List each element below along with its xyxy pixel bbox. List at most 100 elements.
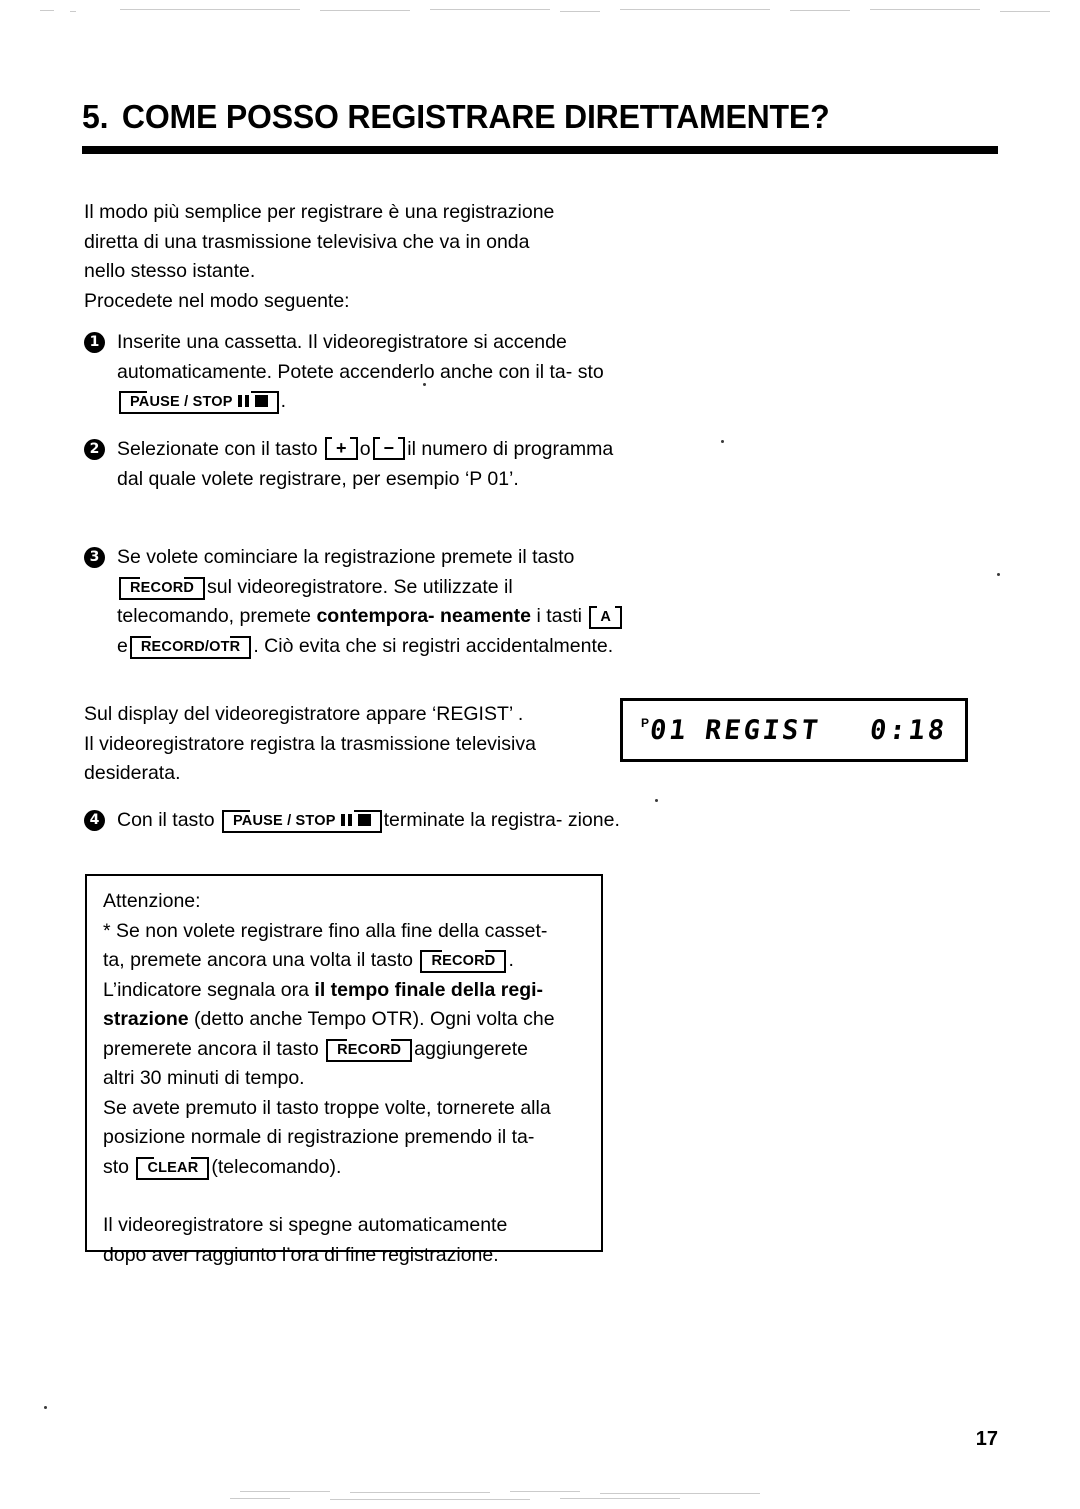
- note-para2-d: aggiungerete: [414, 1037, 529, 1060]
- step-4: 4 Con il tasto PAUSE / STOP terminate la …: [84, 806, 629, 836]
- step-1: 1 Inserite una cassetta. Il videoregistr…: [84, 328, 629, 417]
- step-1-text-c: .: [280, 390, 287, 412]
- step-2-text-a: Selezionate con il tasto: [117, 438, 318, 460]
- scan-speck: [721, 440, 724, 443]
- note-para1-b: ta, premete ancora una volta il tasto: [103, 949, 414, 971]
- pause-icon: [237, 395, 249, 407]
- scan-artifact-top: [0, 6, 1080, 20]
- note-paragraph-gap: [103, 1182, 589, 1211]
- note-para1-a: * Se non volete registrare fino alla fin…: [103, 919, 548, 942]
- note-para2-a: L’indicatore segnala ora: [103, 978, 309, 1001]
- page-title: 5. COME POSSO REGISTRARE DIRETTAMENTE?: [82, 98, 971, 135]
- note-para4-line1: Il videoregistratore si spegne automatic…: [103, 1214, 508, 1236]
- step-1-marker: 1: [84, 332, 105, 353]
- step-3-text-f: . Ciò evita che si registri accidentalme…: [253, 634, 614, 657]
- record-label: RECORD: [130, 579, 195, 596]
- note-para2-c: premerete ancora il tasto: [103, 1037, 319, 1060]
- note-para2-line3: premerete ancora il tasto RECORD aggiunge…: [103, 1035, 589, 1065]
- intro-line-2: diretta di una trasmissione televisiva c…: [84, 230, 530, 253]
- note-para1-c: .: [508, 949, 514, 971]
- record-otr-button[interactable]: RECORD/OTR: [129, 635, 252, 659]
- display-time: 0:18: [868, 714, 949, 746]
- clear-button[interactable]: CLEAR: [136, 1156, 210, 1180]
- step-3-text-a: Se volete cominciare la registrazione pr…: [117, 546, 575, 568]
- scan-artifact-bottom: [0, 1489, 1080, 1503]
- step-4-marker: 4: [84, 810, 105, 831]
- minus-icon: −: [383, 438, 395, 458]
- note-para2-line4: altri 30 minuti di tempo.: [103, 1067, 305, 1089]
- note-para4-line2: dopo aver raggiunto l’ora di fine regist…: [103, 1243, 499, 1266]
- record-otr-label: RECORD/OTR: [140, 638, 241, 655]
- channel-up-button[interactable]: +: [324, 437, 358, 460]
- pause-stop-button-2[interactable]: PAUSE / STOP: [221, 810, 382, 833]
- note-para2-line1: L’indicatore segnala ora il tempo finale…: [103, 976, 589, 1006]
- pause-stop-button[interactable]: PAUSE / STOP: [119, 391, 279, 414]
- intro-line-4: Procedete nel modo seguente:: [84, 289, 350, 312]
- step-3-marker: 3: [84, 547, 105, 568]
- step-1-text-b: sto: [577, 360, 604, 383]
- a-label: A: [600, 609, 612, 625]
- pause-icon: [340, 814, 352, 826]
- step-2-text-b: o: [359, 438, 371, 460]
- display-explanation: Sul display del videoregistratore appare…: [84, 700, 614, 789]
- record-label: RECORD: [431, 953, 496, 969]
- record-label: RECORD: [337, 1041, 402, 1058]
- intro-line-3: nello stesso istante.: [84, 260, 256, 282]
- step-1-text-a: Inserite una cassetta. Il videoregistrat…: [117, 331, 573, 383]
- after-line-2: Il videoregistratore registra la trasmis…: [84, 732, 536, 755]
- note-para2-line2: strazione (detto anche Tempo OTR). Ogni …: [103, 1005, 589, 1035]
- display-mode-text: REGIST: [702, 714, 822, 746]
- record-button-note-2[interactable]: RECORD: [326, 1038, 413, 1062]
- step-3-text-b: sul videoregistratore.: [207, 575, 389, 598]
- page-number: 17: [975, 1428, 998, 1450]
- vcr-display-panel: P 01 REGIST 0:18: [620, 698, 968, 762]
- stop-icon: [357, 814, 371, 826]
- intro-paragraph: Il modo più semplice per registrare è un…: [84, 198, 614, 316]
- after-line-1: Sul display del videoregistratore appare…: [84, 703, 524, 725]
- scan-speck: [44, 1406, 47, 1409]
- step-3: 3 Se volete cominciare la registrazione …: [84, 543, 629, 661]
- note-para1-line2: ta, premete ancora una volta il tasto RE…: [103, 946, 589, 976]
- chapter-heading: 5. COME POSSO REGISTRARE DIRETTAMENTE?: [82, 98, 998, 135]
- note-para2-bold-a: il tempo finale della regi-: [314, 978, 544, 1001]
- chapter-number: 5.: [82, 98, 109, 135]
- intro-line-1: Il modo più semplice per registrare è un…: [84, 201, 555, 223]
- program-number: 01: [648, 714, 691, 746]
- step-3-bold-b: neamente: [439, 605, 532, 627]
- a-button[interactable]: A: [589, 606, 623, 629]
- pause-stop-label: PAUSE / STOP: [130, 394, 233, 410]
- vcr-display-inner: P 01 REGIST 0:18: [623, 701, 965, 759]
- note-para2-bold-b: strazione: [103, 1008, 189, 1030]
- step-2-text-d: ‘P 01’.: [464, 467, 519, 490]
- note-para3-line3: sto CLEAR (telecomando).: [103, 1153, 589, 1183]
- step-3-text-e: e: [117, 634, 128, 657]
- step-4-text-c: zione.: [567, 809, 620, 831]
- note-para2-b: (detto anche Tempo OTR). Ogni volta che: [194, 1008, 555, 1030]
- record-button[interactable]: RECORD: [119, 576, 206, 600]
- step-4-text-b: terminate la registra-: [383, 809, 563, 831]
- channel-down-button[interactable]: −: [372, 437, 406, 460]
- step-2: 2 Selezionate con il tasto + o − il numero …: [84, 435, 629, 494]
- scan-speck: [655, 799, 658, 802]
- step-3-text-d: i tasti: [536, 605, 582, 627]
- program-indicator: P: [641, 716, 650, 730]
- step-4-text-a: Con il tasto: [117, 809, 215, 831]
- note-para3-d: (telecomando).: [211, 1155, 342, 1178]
- note-para3-c: sto: [103, 1155, 130, 1178]
- note-para3-line1: Se avete premuto il tasto troppe volte, …: [103, 1096, 551, 1119]
- attention-box: Attenzione: * Se non volete registrare f…: [85, 874, 603, 1266]
- after-line-3: desiderata.: [84, 762, 181, 784]
- chapter-title-text: COME POSSO REGISTRARE DIRETTAMENTE?: [121, 98, 830, 135]
- step-3-bold-a: contempora-: [316, 605, 435, 627]
- record-button-note-1[interactable]: RECORD: [420, 950, 507, 973]
- clear-label: CLEAR: [147, 1159, 199, 1176]
- attention-box-body: Attenzione: * Se non volete registrare f…: [103, 887, 589, 1270]
- step-2-marker: 2: [84, 439, 105, 460]
- manual-page: { "page": { "number": "17", "language": …: [0, 0, 1080, 1509]
- attention-title: Attenzione:: [103, 890, 201, 912]
- plus-icon: +: [335, 438, 347, 458]
- pause-stop-label-2: PAUSE / STOP: [232, 813, 336, 829]
- scan-speck: [997, 573, 1000, 576]
- stop-icon: [254, 395, 268, 407]
- heading-rule: [82, 146, 998, 154]
